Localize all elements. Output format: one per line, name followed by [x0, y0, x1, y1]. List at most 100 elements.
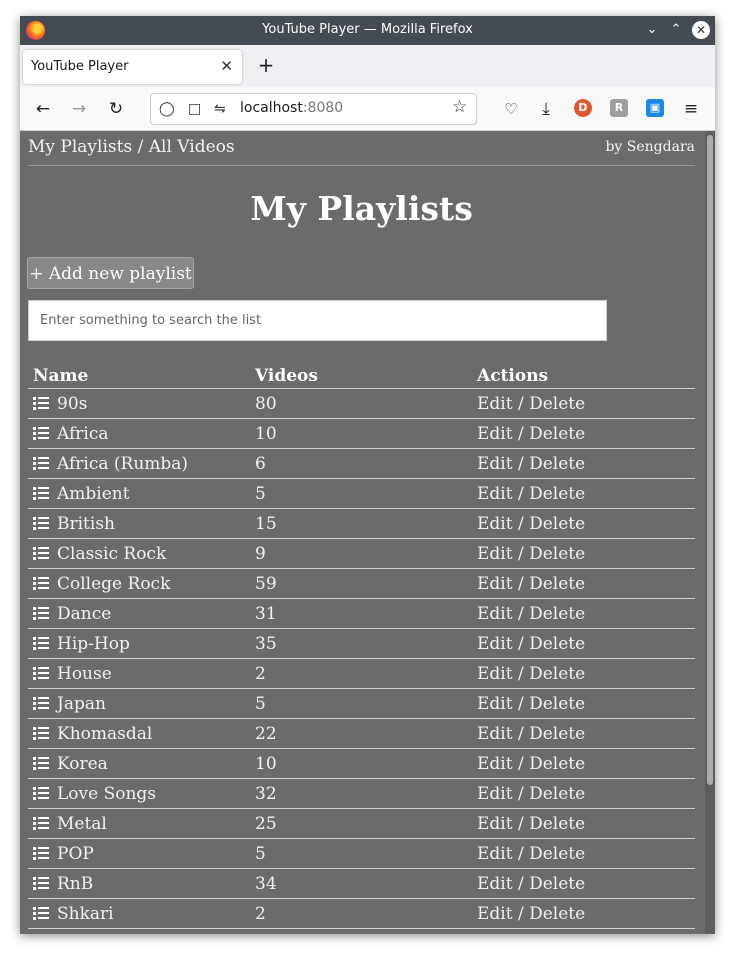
edit-link[interactable]: Edit [477, 844, 513, 864]
playlist-name-cell[interactable]: Dance [28, 598, 250, 629]
delete-link[interactable]: Delete [529, 784, 585, 804]
playlist-name-cell[interactable]: Love Songs [28, 778, 250, 809]
playlist-name[interactable]: POP [57, 844, 94, 864]
edit-link[interactable]: Edit [477, 604, 513, 624]
scrollbar-thumb[interactable] [707, 135, 713, 785]
playlist-name-cell[interactable]: Metal [28, 808, 250, 839]
playlist-name-cell[interactable]: British [28, 508, 250, 539]
page-icon[interactable]: □ [188, 99, 201, 119]
sidebar-extension-icon[interactable]: ▣ [646, 99, 664, 117]
edit-link[interactable]: Edit [477, 754, 513, 774]
edit-link[interactable]: Edit [477, 694, 513, 714]
extension-icon[interactable]: R [610, 99, 628, 117]
address-bar[interactable]: ◯ □ ⇋ localhost:8080 ☆ [150, 93, 477, 125]
playlist-name[interactable]: British [57, 514, 115, 534]
delete-link[interactable]: Delete [529, 814, 585, 834]
duckduckgo-icon[interactable]: D [574, 99, 592, 117]
delete-link[interactable]: Delete [529, 454, 585, 474]
delete-link[interactable]: Delete [529, 604, 585, 624]
edit-link[interactable]: Edit [477, 814, 513, 834]
edit-link[interactable]: Edit [477, 634, 513, 654]
delete-link[interactable]: Delete [529, 574, 585, 594]
url-text[interactable]: localhost:8080 [240, 100, 343, 116]
close-tab-icon[interactable]: ✕ [220, 57, 233, 75]
edit-link[interactable]: Edit [477, 934, 513, 935]
playlist-name-cell[interactable]: House [28, 658, 250, 689]
edit-link[interactable]: Edit [477, 514, 513, 534]
playlist-name-cell[interactable]: Khomasdal [28, 718, 250, 749]
edit-link[interactable]: Edit [477, 874, 513, 894]
playlist-name-cell[interactable]: Classic Rock [28, 538, 250, 569]
breadcrumb-all-videos[interactable]: All Videos [149, 137, 235, 157]
playlist-name[interactable]: Soul [57, 934, 95, 935]
back-icon[interactable]: ← [32, 98, 54, 120]
playlist-name[interactable]: House [57, 664, 112, 684]
playlist-name-cell[interactable]: College Rock [28, 568, 250, 599]
delete-link[interactable]: Delete [529, 904, 585, 924]
playlist-name[interactable]: RnB [57, 874, 93, 894]
delete-link[interactable]: Delete [529, 394, 585, 414]
playlist-name-cell[interactable]: Japan [28, 688, 250, 719]
edit-link[interactable]: Edit [477, 544, 513, 564]
delete-link[interactable]: Delete [529, 934, 585, 935]
edit-link[interactable]: Edit [477, 484, 513, 504]
playlist-name[interactable]: Classic Rock [57, 544, 166, 564]
breadcrumb-my-playlists[interactable]: My Playlists [28, 137, 132, 157]
delete-link[interactable]: Delete [529, 514, 585, 534]
add-playlist-button[interactable]: + Add new playlist [27, 257, 194, 289]
playlist-name[interactable]: College Rock [57, 574, 170, 594]
edit-link[interactable]: Edit [477, 724, 513, 744]
forward-icon[interactable]: → [68, 98, 90, 120]
playlist-name[interactable]: 90s [57, 394, 87, 414]
playlist-name[interactable]: Korea [57, 754, 108, 774]
edit-link[interactable]: Edit [477, 784, 513, 804]
edit-link[interactable]: Edit [477, 394, 513, 414]
playlist-name[interactable]: Dance [57, 604, 111, 624]
delete-link[interactable]: Delete [529, 424, 585, 444]
playlist-name-cell[interactable]: Hip-Hop [28, 628, 250, 659]
shield-icon[interactable]: ◯ [159, 99, 175, 119]
playlist-name[interactable]: Africa (Rumba) [57, 454, 188, 474]
playlist-name[interactable]: Khomasdal [57, 724, 152, 744]
menu-icon[interactable]: ≡ [680, 98, 702, 120]
search-input[interactable] [28, 300, 607, 341]
edit-link[interactable]: Edit [477, 574, 513, 594]
close-window-icon[interactable]: ✕ [692, 21, 710, 39]
tab-youtube-player[interactable]: YouTube Player ✕ [23, 50, 242, 84]
playlist-name-cell[interactable]: Africa [28, 418, 250, 449]
playlist-name-cell[interactable]: Korea [28, 748, 250, 779]
playlist-name[interactable]: Africa [57, 424, 109, 444]
playlist-name-cell[interactable]: POP [28, 838, 250, 869]
edit-link[interactable]: Edit [477, 424, 513, 444]
minimize-icon[interactable]: ⌄ [643, 21, 661, 39]
playlist-name[interactable]: Ambient [57, 484, 130, 504]
playlist-name[interactable]: Japan [57, 694, 106, 714]
playlist-name-cell[interactable]: Soul [28, 928, 250, 935]
bookmark-star-icon[interactable]: ☆ [452, 97, 467, 117]
delete-link[interactable]: Delete [529, 634, 585, 654]
delete-link[interactable]: Delete [529, 724, 585, 744]
playlist-name-cell[interactable]: Shkari [28, 898, 250, 929]
playlist-name-cell[interactable]: Ambient [28, 478, 250, 509]
delete-link[interactable]: Delete [529, 664, 585, 684]
pocket-icon[interactable]: ♡ [500, 98, 522, 120]
new-tab-icon[interactable]: + [256, 53, 276, 77]
playlist-name-cell[interactable]: Africa (Rumba) [28, 448, 250, 479]
reload-icon[interactable]: ↻ [105, 98, 127, 120]
permissions-icon[interactable]: ⇋ [214, 99, 226, 119]
playlist-name-cell[interactable]: RnB [28, 868, 250, 899]
playlist-name[interactable]: Metal [57, 814, 107, 834]
maximize-icon[interactable]: ⌃ [667, 21, 685, 39]
delete-link[interactable]: Delete [529, 484, 585, 504]
playlist-name[interactable]: Hip-Hop [57, 634, 130, 654]
playlist-name[interactable]: Shkari [57, 904, 114, 924]
delete-link[interactable]: Delete [529, 754, 585, 774]
delete-link[interactable]: Delete [529, 844, 585, 864]
playlist-name-cell[interactable]: 90s [28, 388, 250, 419]
edit-link[interactable]: Edit [477, 904, 513, 924]
edit-link[interactable]: Edit [477, 454, 513, 474]
delete-link[interactable]: Delete [529, 694, 585, 714]
playlist-name[interactable]: Love Songs [57, 784, 156, 804]
edit-link[interactable]: Edit [477, 664, 513, 684]
delete-link[interactable]: Delete [529, 874, 585, 894]
